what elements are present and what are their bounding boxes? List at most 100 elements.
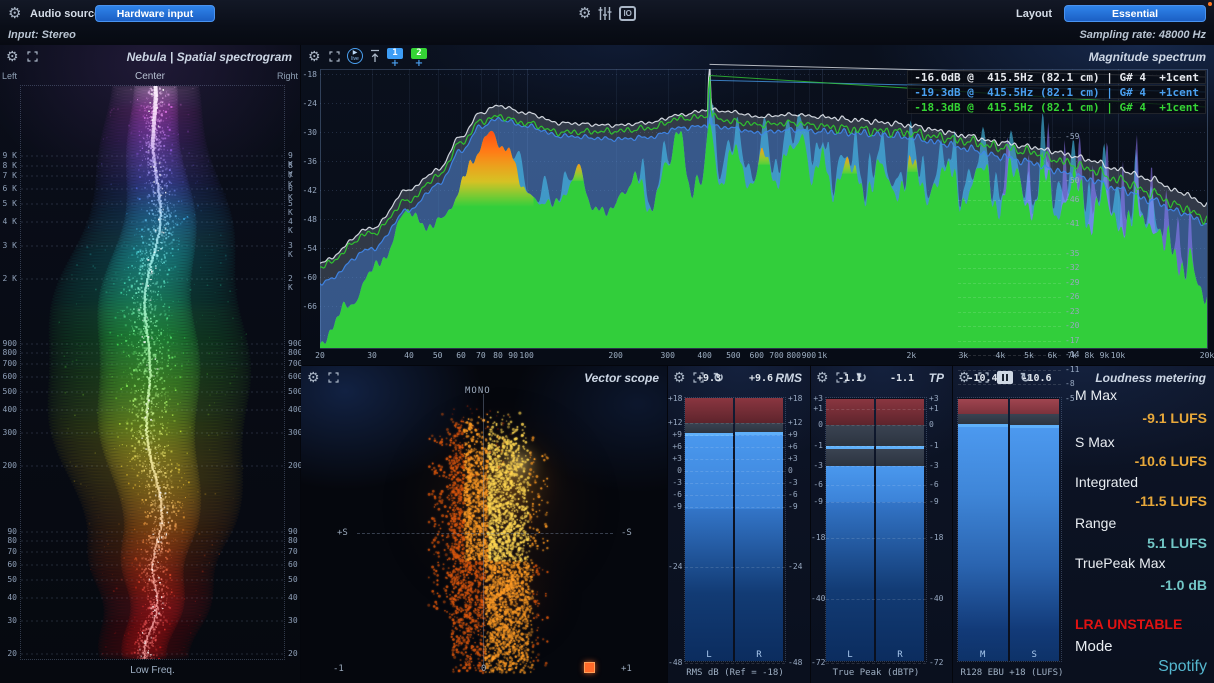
meter-tick-label: -9 xyxy=(788,502,798,511)
meter-tick-label: +18 xyxy=(668,394,682,403)
channels-sliders-icon[interactable] xyxy=(598,6,612,21)
spectrum-panel-title: Magnitude spectrum xyxy=(1089,50,1206,64)
zero-label: 0 xyxy=(481,664,486,674)
nebula-freq-tick: 40 xyxy=(0,593,17,602)
meter-tick-label: -14 xyxy=(1065,350,1079,359)
meter-gridline xyxy=(826,599,926,600)
io-routing-icon[interactable]: IO xyxy=(619,6,635,21)
settings-gear-icon[interactable]: ⚙ xyxy=(578,4,591,22)
vector-panel-title: Vector scope xyxy=(584,371,659,385)
spectrum-readout-row: -18.3dB @ 415.5Hz (82.1 cm) | G# 4 +1cen… xyxy=(907,100,1206,114)
meter-tick-label: -24 xyxy=(788,562,802,571)
spectrum-settings-gear-icon[interactable]: ⚙ xyxy=(308,49,321,63)
audio-source-gear-icon[interactable]: ⚙ xyxy=(8,4,21,22)
loudness-stat-value: -1.0 dB xyxy=(1075,577,1207,593)
meter-gridline xyxy=(826,446,926,447)
nebula-freq-tick: 60 xyxy=(0,560,17,569)
spectrum-freq-tick: 40 xyxy=(394,351,424,360)
plus-s-label: +S xyxy=(337,528,348,538)
meter-tick-label: -26 xyxy=(1065,292,1079,301)
essential-layout-button[interactable]: Essential xyxy=(1064,5,1206,22)
meter-gridline xyxy=(685,459,785,460)
spectrum-db-tick: -54 xyxy=(301,244,317,253)
spectrum-db-tick: -18 xyxy=(301,70,317,79)
vector-fullscreen-icon[interactable] xyxy=(328,372,339,383)
peak-hold-top-icon[interactable] xyxy=(369,49,381,63)
meter-tick-label: -17 xyxy=(1065,336,1079,345)
meter-gridline xyxy=(958,297,1061,298)
nebula-panel-title: Nebula | Spatial spectrogram xyxy=(127,50,292,64)
notification-dot xyxy=(1208,2,1212,6)
minus-one-label: -1 xyxy=(333,664,344,674)
spectrum-freq-tick: 100 xyxy=(512,351,542,360)
meter-zone xyxy=(685,509,733,661)
add-curve-2-button[interactable]: + xyxy=(411,58,427,69)
audio-source-label: Audio source xyxy=(30,8,100,20)
meter-gridline xyxy=(958,326,1061,327)
meter-tick-label: 0 xyxy=(668,466,682,475)
rms-caption: RMS dB (Ref = -18) xyxy=(684,668,786,678)
meter-gridline xyxy=(958,384,1061,385)
nebula-freq-tick: 70 xyxy=(288,547,298,556)
mono-label: MONO xyxy=(465,386,491,396)
meter-tick-label: -23 xyxy=(1065,307,1079,316)
loudness-stat-value: 5.1 LUFS xyxy=(1075,535,1207,551)
add-curve-1-button[interactable]: + xyxy=(387,58,403,69)
meter-zone xyxy=(876,502,924,661)
nebula-freq-tick: 50 xyxy=(0,575,17,584)
loudness-stat-label: Range xyxy=(1075,515,1116,531)
nebula-plot-frame xyxy=(20,85,285,660)
spectrum-freq-tick: 300 xyxy=(653,351,683,360)
mode-label: Mode xyxy=(1075,638,1113,655)
nebula-freq-tick: 8 K xyxy=(0,161,17,170)
loudness-caption: R128 EBU +18 (LUFS) xyxy=(957,668,1067,678)
rms-meter-panel: ⚙ ↻ RMS +9.3 +9.6 LR RMS dB (Ref = -18) … xyxy=(668,366,810,683)
meter-zone xyxy=(876,449,924,466)
nebula-freq-tick: 20 xyxy=(288,649,298,658)
meter-tick-label: -9 xyxy=(668,502,682,511)
vector-center-line xyxy=(483,394,484,666)
top-center-toolbar: ⚙ IO xyxy=(578,4,636,22)
meter-tick-label: +12 xyxy=(668,418,682,427)
spectrum-freq-tick: 10k xyxy=(1103,351,1133,360)
rms-value-right: +9.6 xyxy=(736,373,786,384)
audio-analyzer-app: ⚙ Audio source Hardware input ⚙ IO Layou… xyxy=(0,0,1214,683)
channel-label-left: L xyxy=(685,650,733,660)
meter-tick-label: 0 xyxy=(811,420,823,429)
vector-settings-gear-icon[interactable]: ⚙ xyxy=(307,370,320,384)
meter-gridline xyxy=(685,567,785,568)
nebula-settings-gear-icon[interactable]: ⚙ xyxy=(6,49,19,63)
layout-label: Layout xyxy=(1016,8,1052,20)
meter-zone xyxy=(826,466,874,502)
meter-tick-label: -24 xyxy=(668,562,682,571)
spectrum-fullscreen-icon[interactable] xyxy=(329,51,340,62)
meter-tick-label: -48 xyxy=(668,658,682,667)
meter-zone xyxy=(876,425,924,446)
meter-tick-label: -72 xyxy=(929,658,943,667)
input-status-label: Input: Stereo xyxy=(8,29,76,41)
meter-tick-label: -8 xyxy=(1065,379,1075,388)
meter-tick-label: +1 xyxy=(929,404,939,413)
meter-tick-label: -40 xyxy=(929,594,943,603)
loudness-stat-label: S Max xyxy=(1075,434,1115,450)
meter-tick-label: -6 xyxy=(929,480,939,489)
loudness-stat-label: M Max xyxy=(1075,387,1117,403)
meter-tick-label: -3 xyxy=(929,461,939,470)
hardware-input-button[interactable]: Hardware input xyxy=(95,5,215,22)
rms-value-left: +9.3 xyxy=(684,373,734,384)
live-mode-button[interactable]: ▶ live xyxy=(347,48,363,64)
meter-tick-label: -6 xyxy=(811,480,823,489)
meter-tick-label: +1 xyxy=(811,404,823,413)
meter-tick-label: -41 xyxy=(1065,219,1079,228)
nebula-right-label: Right xyxy=(277,71,298,81)
meter-gridline xyxy=(958,181,1061,182)
meter-gridline xyxy=(958,312,1061,313)
meter-zone xyxy=(958,414,1008,424)
lra-status: LRA UNSTABLE xyxy=(1075,616,1182,632)
nebula-fullscreen-icon[interactable] xyxy=(27,51,38,62)
spectrum-db-tick: -36 xyxy=(301,157,317,166)
pan-position-marker[interactable] xyxy=(584,662,595,673)
nebula-freq-tick: 200 xyxy=(0,461,17,470)
meter-tick-label: -6 xyxy=(788,490,798,499)
meter-tick-label: +3 xyxy=(668,454,682,463)
